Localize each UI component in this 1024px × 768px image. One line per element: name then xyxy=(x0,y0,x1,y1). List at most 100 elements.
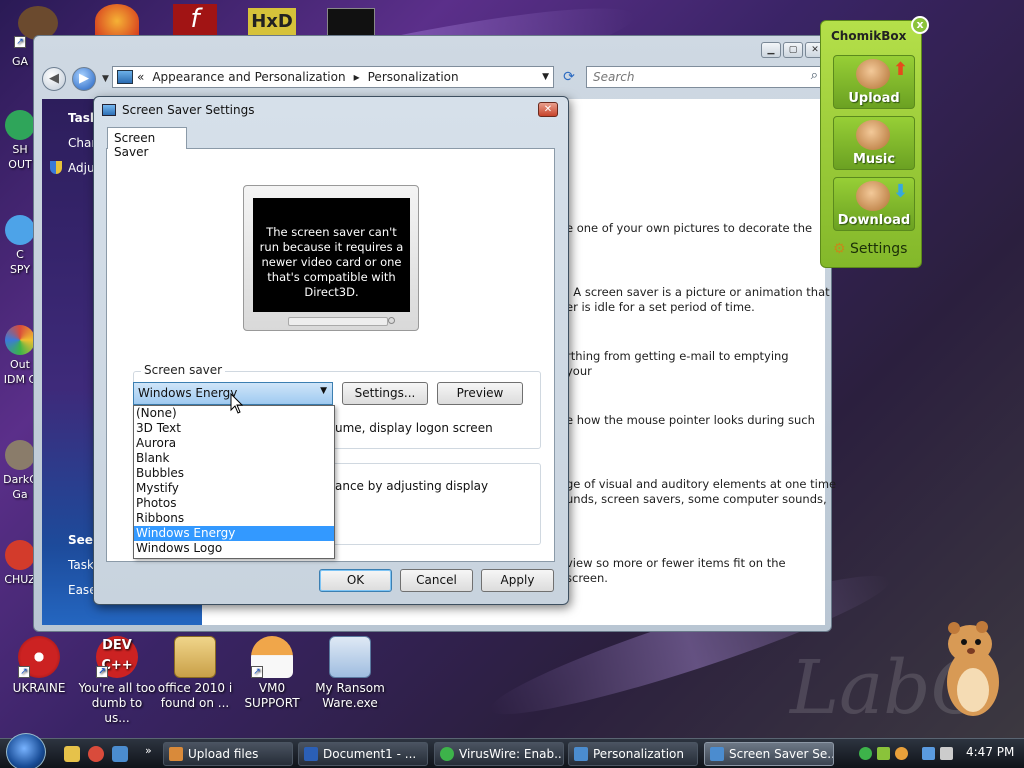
option-windows-energy[interactable]: Windows Energy xyxy=(134,526,334,541)
option-mystify[interactable]: Mystify xyxy=(134,481,334,496)
settings-button[interactable]: Settings... xyxy=(342,382,428,405)
icon-label: My Ransom Ware.exe xyxy=(315,681,385,710)
monitor-icon xyxy=(102,104,116,116)
task-viruswire[interactable]: VirusWire: Enab... xyxy=(434,742,564,766)
address-dropdown-icon[interactable]: ▼ xyxy=(542,72,549,82)
desktop-icon-office[interactable]: office 2010 i found on ... xyxy=(156,636,234,711)
upload-button[interactable]: ⬆ Upload xyxy=(833,55,915,109)
download-button[interactable]: ⬇ Download xyxy=(833,177,915,231)
monitor-icon xyxy=(710,747,724,761)
show-desktop-icon[interactable] xyxy=(112,746,128,762)
see-also-link[interactable]: Task xyxy=(68,558,94,572)
recent-pages-dropdown-icon[interactable]: ▼ xyxy=(102,74,109,84)
breadcrumb-separator-icon[interactable]: ▸ xyxy=(354,70,360,84)
ok-button[interactable]: OK xyxy=(319,569,392,592)
control-panel-icon xyxy=(574,747,588,761)
desktop-icon-ransomware[interactable]: My Ransom Ware.exe xyxy=(311,636,389,711)
screen-saver-dialog[interactable]: Screen Saver Settings ✕ Screen Saver The… xyxy=(93,96,569,605)
task-label: Personalization xyxy=(593,747,684,761)
tray-search-icon[interactable] xyxy=(895,747,908,760)
shortcut-arrow-icon: ↗ xyxy=(18,666,30,678)
option-blank[interactable]: Blank xyxy=(134,451,334,466)
app-icon xyxy=(5,325,35,355)
desktop-icon-ukraine[interactable]: ↗ UKRAINE xyxy=(0,636,78,696)
minimize-button[interactable]: ▁ xyxy=(761,42,781,58)
quicklaunch-icon[interactable] xyxy=(64,746,80,762)
screen-saver-group-label: Screen saver xyxy=(141,363,226,377)
address-prefix[interactable]: « xyxy=(137,70,144,84)
chomikbox-close-button[interactable]: x xyxy=(911,16,929,34)
task-personalization[interactable]: Personalization xyxy=(568,742,698,766)
word-icon xyxy=(304,747,318,761)
taskbar-clock[interactable]: 4:47 PM xyxy=(966,745,1014,759)
app-icon xyxy=(5,440,35,470)
apply-button[interactable]: Apply xyxy=(481,569,554,592)
address-bar[interactable]: « Appearance and Personalization ▸ Perso… xyxy=(112,66,554,88)
option-photos[interactable]: Photos xyxy=(134,496,334,511)
tray-app-icon[interactable] xyxy=(877,747,890,760)
option-bubbles[interactable]: Bubbles xyxy=(134,466,334,481)
preview-monitor: The screen saver can't run because it re… xyxy=(243,185,419,331)
screen-saver-options[interactable]: (None) 3D Text Aurora Blank Bubbles Myst… xyxy=(133,405,335,559)
chomikbox-widget[interactable]: ChomikBox x ⬆ Upload Music ⬇ Download ⚙ … xyxy=(820,16,929,268)
task-upload-files[interactable]: Upload files xyxy=(163,742,293,766)
desktop-icon-vm0[interactable]: ↗ VM0 SUPPORT xyxy=(233,636,311,711)
breadcrumb-personalization[interactable]: Personalization xyxy=(368,70,459,84)
breadcrumb-appearance[interactable]: Appearance and Personalization xyxy=(152,70,345,84)
tray-app-icon[interactable] xyxy=(859,747,872,760)
option-aurora[interactable]: Aurora xyxy=(134,436,334,451)
chevron-down-icon: ▼ xyxy=(320,386,327,396)
shield-icon xyxy=(50,161,62,174)
preview-message: The screen saver can't run because it re… xyxy=(253,198,410,312)
content-line: rthing from getting e-mail to emptying y… xyxy=(566,349,789,378)
dialog-title: Screen Saver Settings xyxy=(122,103,255,117)
preview-button[interactable]: Preview xyxy=(437,382,523,405)
desktop-icon-dev[interactable]: DEV C++ ↗ You're all too dumb to us... xyxy=(78,636,156,726)
task-screen-saver[interactable]: Screen Saver Se... xyxy=(704,742,834,766)
start-button[interactable] xyxy=(6,733,46,768)
maximize-button[interactable]: ▢ xyxy=(783,42,803,58)
option-3d-text[interactable]: 3D Text xyxy=(134,421,334,436)
option-ribbons[interactable]: Ribbons xyxy=(134,511,334,526)
close-button[interactable]: ✕ xyxy=(538,102,558,117)
music-label: Music xyxy=(852,152,896,167)
task-document1[interactable]: Document1 - ... xyxy=(298,742,428,766)
content-line: view so more or fewer items fit on the s… xyxy=(566,556,786,585)
cancel-button[interactable]: Cancel xyxy=(400,569,473,592)
icon-label: VM0 SUPPORT xyxy=(244,681,300,710)
quicklaunch-icon[interactable] xyxy=(88,746,104,762)
back-button[interactable]: ◀ xyxy=(42,67,66,91)
hamster-download-icon xyxy=(856,181,890,211)
task-label: Upload files xyxy=(188,747,259,761)
music-button[interactable]: Music xyxy=(833,116,915,170)
folder-icon xyxy=(174,636,216,678)
option-windows-logo[interactable]: Windows Logo xyxy=(134,541,334,556)
exe-window-icon xyxy=(329,636,371,678)
top-icon-3[interactable]: f xyxy=(173,4,217,36)
content-line: . A screen saver is a picture or animati… xyxy=(566,285,830,314)
network-icon[interactable] xyxy=(922,747,935,760)
task-link[interactable]: Adju xyxy=(68,161,95,175)
volume-icon[interactable] xyxy=(940,747,953,760)
radiation-icon: ↗ xyxy=(18,636,60,678)
app-icon xyxy=(5,110,35,140)
tab-screen-saver[interactable]: Screen Saver xyxy=(107,127,187,159)
chomikbox-settings[interactable]: ⚙ Settings xyxy=(833,241,907,257)
refresh-icon[interactable]: ⟳ xyxy=(558,67,580,87)
forward-button[interactable]: ▶ xyxy=(72,67,96,91)
top-icon-2[interactable] xyxy=(95,4,139,38)
top-icon-4[interactable]: HxD xyxy=(248,8,296,36)
power-led-icon xyxy=(388,317,395,324)
support-person-icon: ↗ xyxy=(251,636,293,678)
app-icon xyxy=(5,215,35,245)
quicklaunch-overflow-icon[interactable]: » xyxy=(145,744,152,757)
control-panel-icon xyxy=(117,70,133,84)
logon-checkbox-label[interactable]: ume, display logon screen xyxy=(335,421,493,435)
search-icon[interactable]: ⌕ xyxy=(811,68,818,83)
settings-label: Settings xyxy=(850,241,908,257)
content-line: ge of visual and auditory elements at on… xyxy=(566,477,837,506)
selected-screen-saver: Windows Energy xyxy=(138,386,238,400)
app-icon xyxy=(5,540,35,570)
search-input[interactable]: Search ⌕ xyxy=(586,66,824,88)
top-icon-5[interactable] xyxy=(327,8,375,36)
